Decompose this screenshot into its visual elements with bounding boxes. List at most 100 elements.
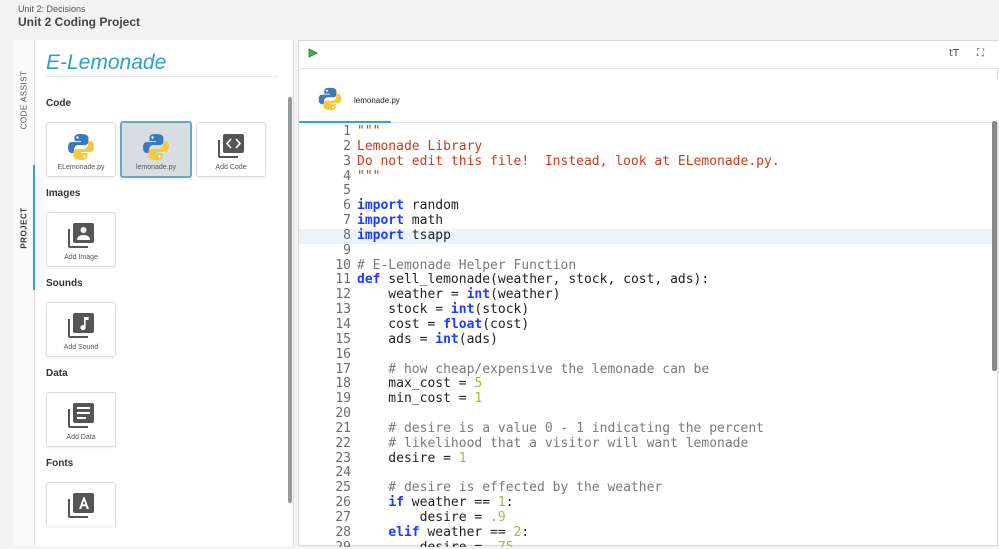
panel-scrollbar[interactable]: [288, 97, 292, 503]
line-number: 1: [343, 125, 351, 139]
code-text: """: [357, 125, 380, 140]
code-line[interactable]: 8 import tsapp: [299, 227, 993, 244]
code-line[interactable]: 9: [299, 242, 993, 259]
code-token: .75: [490, 540, 513, 547]
code-line[interactable]: 3 Do not edit this file! Instead, look at…: [299, 154, 993, 170]
sounds-section-label: Sounds: [46, 278, 83, 289]
code-line[interactable]: 7 import math: [299, 213, 993, 229]
app-title: E-Lemonade: [46, 51, 167, 74]
code-token: (weather): [490, 287, 561, 303]
line-number: 25: [335, 480, 351, 496]
data-section-label: Data: [46, 368, 68, 379]
add-font-icon: [68, 493, 94, 518]
add-image-icon: [68, 223, 94, 248]
code-line[interactable]: 28 elif weather == 2:: [299, 524, 993, 541]
code-line[interactable]: 17 # how cheap/expensive the lemonade ca…: [299, 361, 993, 378]
font-size-icon[interactable]: tT: [949, 48, 959, 59]
code-text: import math: [357, 213, 444, 229]
code-text: max_cost = 5: [357, 376, 482, 392]
add-code-button[interactable]: Add Code: [196, 122, 266, 177]
code-token: 1: [497, 495, 506, 511]
code-token: import: [357, 227, 404, 243]
code-token: # how cheap/expensive the lemonade can b…: [357, 361, 710, 377]
line-number: 16: [335, 346, 351, 362]
code-token: weather ==: [419, 524, 514, 540]
add-image-button[interactable]: Add Image: [46, 212, 116, 267]
code-text: Lemonade Library: [357, 139, 482, 155]
line-number: 22: [335, 435, 351, 451]
add-data-button[interactable]: Add Data: [46, 392, 116, 447]
line-number: 18: [335, 376, 351, 392]
code-token: int: [450, 302, 475, 318]
code-text: desire = 1: [357, 451, 466, 467]
run-icon[interactable]: [308, 48, 318, 58]
code-line[interactable]: 2 Lemonade Library: [299, 139, 993, 155]
code-text: Do not edit this file! Instead, look at …: [357, 154, 780, 170]
line-number: 24: [335, 465, 351, 481]
code-line[interactable]: 23 desire = 1: [299, 451, 993, 467]
tab-code-assist[interactable]: CODE ASSIST: [13, 40, 35, 160]
add-font-button[interactable]: [46, 482, 116, 526]
code-token: import: [357, 213, 404, 229]
code-line[interactable]: 16: [299, 346, 993, 363]
images-section-label: Images: [46, 188, 81, 199]
code-line[interactable]: 24: [299, 466, 993, 481]
line-number: 8: [343, 227, 351, 243]
python-icon: [318, 87, 342, 111]
code-line[interactable]: 10 # E-Lemonade Helper Function: [299, 258, 993, 274]
file-tile-lemonade[interactable]: lemonade.py: [120, 121, 192, 178]
code-line[interactable]: 25 # desire is effected by the weather: [299, 480, 993, 496]
code-line[interactable]: 26 if weather == 1:: [299, 495, 993, 511]
code-token: # likelihood that a visitor will want le…: [357, 435, 749, 451]
line-number: 14: [335, 316, 351, 332]
code-line[interactable]: 29 desire = .75: [299, 540, 993, 547]
code-area[interactable]: 1 """ 2 Lemonade Library 3 Do not edit this f…: [299, 125, 993, 547]
tab-lemonade-py-label: lemonade.py: [354, 96, 400, 105]
add-sound-button[interactable]: Add Sound: [46, 302, 116, 357]
line-number: 6: [343, 198, 351, 214]
add-sound-icon: [68, 313, 94, 338]
tab-lemonade-py[interactable]: lemonade.py: [299, 79, 400, 123]
code-line[interactable]: 1 """: [299, 125, 993, 140]
code-line[interactable]: 5: [299, 184, 993, 199]
code-text: desire = .9: [357, 509, 506, 526]
add-code-label: Add Code: [215, 164, 247, 171]
code-token: if: [388, 495, 404, 511]
code-token: math: [403, 213, 444, 229]
tab-project[interactable]: PROJECT: [13, 165, 35, 290]
code-line[interactable]: 18 max_cost = 5: [299, 376, 993, 392]
code-token: desire =: [357, 540, 490, 547]
line-number: 9: [343, 242, 351, 258]
code-token: cost =: [357, 316, 444, 332]
code-line[interactable]: 14 cost = float(cost): [299, 316, 993, 333]
code-line[interactable]: 21 # desire is a value 0 - 1 indicating …: [299, 421, 993, 437]
code-line[interactable]: 11 def sell_lemonade(weather, stock, cost…: [299, 273, 993, 288]
editor-scrollbar[interactable]: [992, 121, 997, 371]
code-text: def sell_lemonade(weather, stock, cost, …: [357, 273, 709, 288]
add-data-label: Add Data: [66, 434, 96, 441]
code-section-label: Code: [46, 98, 71, 109]
code-token: tsapp: [403, 227, 451, 243]
code-line[interactable]: 19 min_cost = 1: [299, 391, 993, 407]
code-line[interactable]: 4 """: [299, 169, 993, 185]
code-token: ads =: [357, 331, 436, 347]
breadcrumb[interactable]: Unit 2: Decisions: [18, 4, 86, 14]
code-line[interactable]: 12 weather = int(weather): [299, 287, 993, 303]
line-number: 13: [335, 302, 351, 318]
code-line[interactable]: 15 ads = int(ads): [299, 331, 993, 348]
code-line[interactable]: 27 desire = .9: [299, 509, 993, 526]
code-text: min_cost = 1: [357, 391, 482, 407]
fonts-section-label: Fonts: [46, 458, 74, 469]
code-line[interactable]: 6 import random: [299, 198, 993, 214]
file-tile-elemonade[interactable]: ELemonade.py: [46, 122, 116, 177]
code-token: desire =: [357, 509, 491, 525]
code-token: .9: [490, 509, 506, 525]
project-panel: E-Lemonade Code ELemonade.py lemonade.py…: [35, 40, 294, 546]
code-line[interactable]: 20: [299, 406, 993, 422]
fullscreen-icon[interactable]: ⛶: [977, 48, 984, 59]
code-line[interactable]: 22 # likelihood that a visitor will want…: [299, 435, 993, 452]
tab-project-label: PROJECT: [19, 206, 29, 249]
code-line[interactable]: 13 stock = int(stock): [299, 302, 993, 318]
code-text: # how cheap/expensive the lemonade can b…: [357, 361, 710, 378]
